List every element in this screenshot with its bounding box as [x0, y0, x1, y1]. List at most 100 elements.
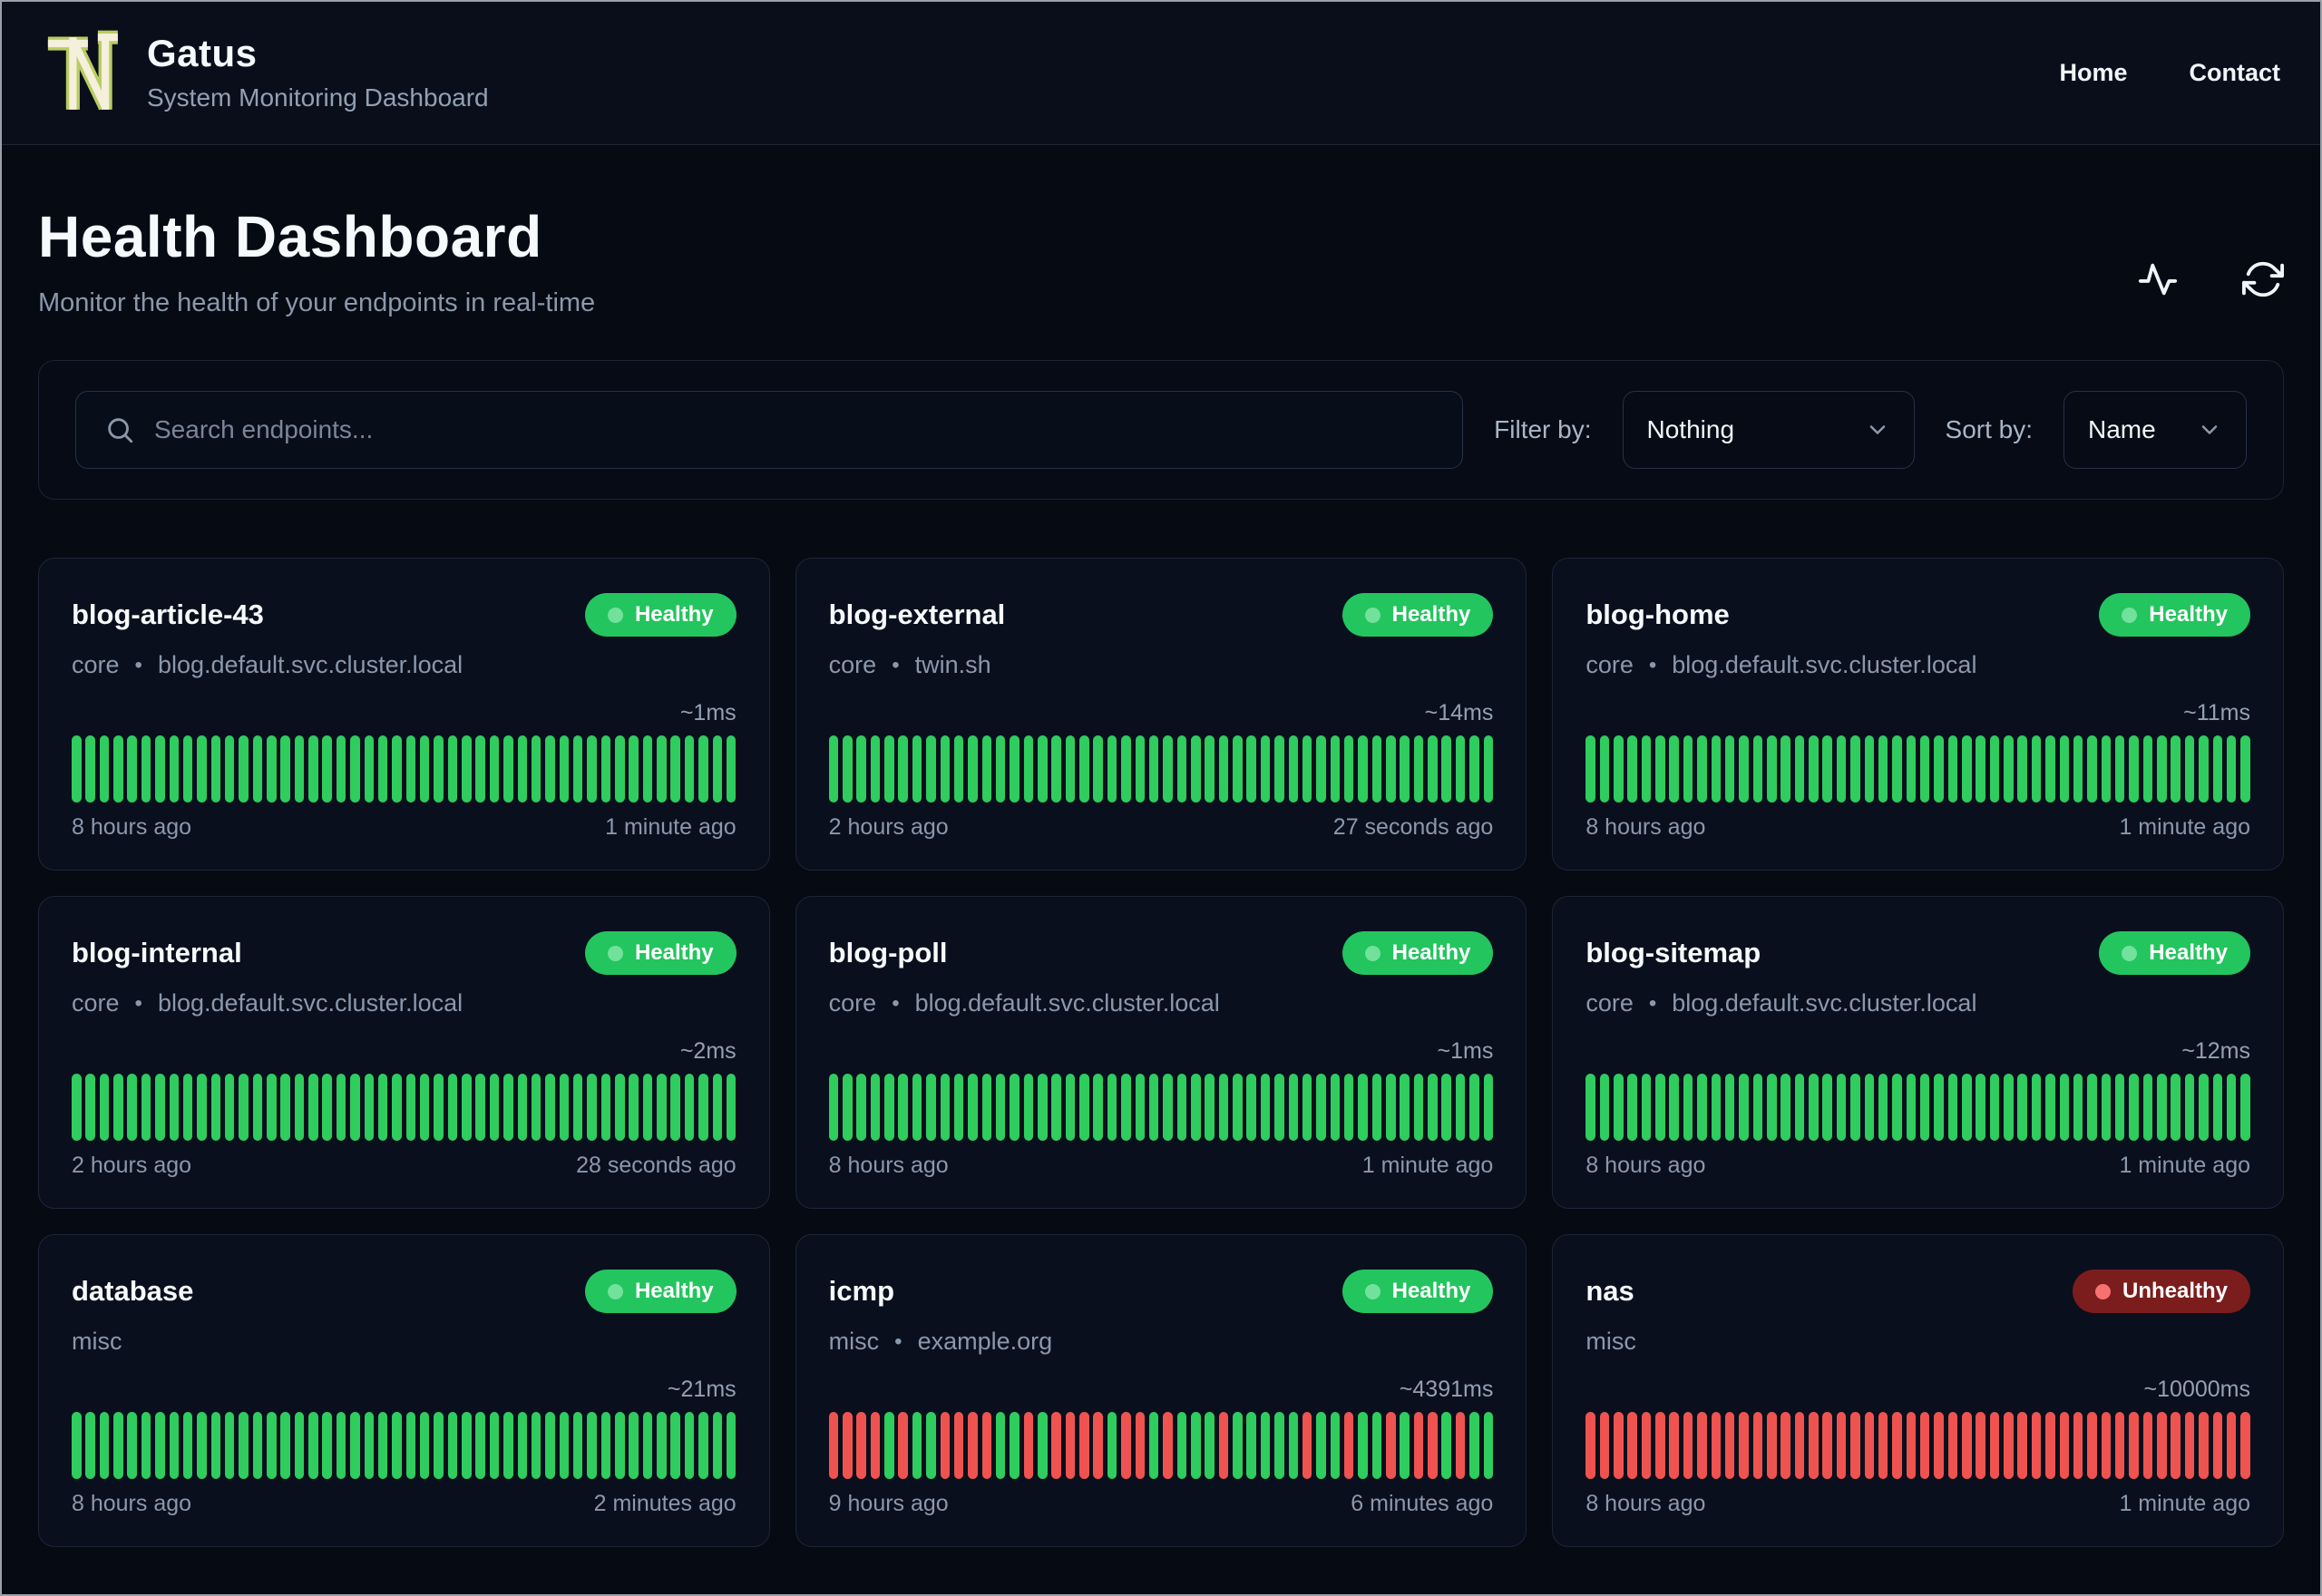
history-bar[interactable]	[1989, 735, 2000, 803]
history-bar[interactable]	[2073, 735, 2083, 803]
history-bar[interactable]	[169, 1074, 180, 1141]
history-bar[interactable]	[99, 1074, 110, 1141]
history-bar[interactable]	[155, 1074, 165, 1141]
history-bar[interactable]	[1711, 735, 1722, 803]
history-bar[interactable]	[1093, 1074, 1103, 1141]
endpoint-card[interactable]: icmp Healthy misc • example.org ~4391ms …	[795, 1234, 1527, 1547]
history-bar[interactable]	[1934, 1074, 1944, 1141]
history-bar[interactable]	[224, 735, 235, 803]
endpoint-card[interactable]: blog-article-43 Healthy core • blog.defa…	[38, 558, 770, 871]
history-bar[interactable]	[2142, 735, 2153, 803]
history-bar[interactable]	[698, 1074, 708, 1141]
history-bar[interactable]	[462, 1074, 472, 1141]
history-bar[interactable]	[322, 735, 332, 803]
history-bar[interactable]	[1233, 1074, 1243, 1141]
history-bar[interactable]	[1976, 735, 1985, 803]
history-bar[interactable]	[2226, 1412, 2237, 1479]
history-bar[interactable]	[475, 735, 485, 803]
history-bar[interactable]	[434, 1074, 444, 1141]
history-bar[interactable]	[843, 735, 853, 803]
history-bar[interactable]	[2087, 1412, 2097, 1479]
history-bar[interactable]	[1107, 1074, 1117, 1141]
history-bar[interactable]	[884, 1412, 894, 1479]
history-bar[interactable]	[572, 1412, 583, 1479]
history-bar[interactable]	[1023, 1074, 1034, 1141]
history-bar[interactable]	[1023, 1412, 1034, 1479]
history-bar[interactable]	[1176, 1074, 1187, 1141]
history-bar[interactable]	[72, 735, 82, 803]
history-bar[interactable]	[1641, 735, 1652, 803]
history-bar[interactable]	[1205, 1412, 1215, 1479]
history-bar[interactable]	[1585, 1412, 1595, 1479]
history-bar[interactable]	[1135, 735, 1146, 803]
history-bar[interactable]	[1781, 1074, 1790, 1141]
history-bar[interactable]	[1864, 1074, 1875, 1141]
history-bar[interactable]	[698, 1412, 708, 1479]
history-bar[interactable]	[587, 1074, 597, 1141]
history-bar[interactable]	[1794, 1074, 1805, 1141]
history-bar[interactable]	[1864, 735, 1875, 803]
history-bar[interactable]	[1683, 1074, 1693, 1141]
history-bar[interactable]	[239, 735, 249, 803]
history-bar[interactable]	[1163, 1074, 1173, 1141]
history-bar[interactable]	[1205, 735, 1215, 803]
history-bar[interactable]	[127, 1412, 137, 1479]
history-bar[interactable]	[1316, 1412, 1326, 1479]
history-bar[interactable]	[462, 735, 472, 803]
history-bar[interactable]	[503, 735, 513, 803]
history-bar[interactable]	[1976, 1412, 1985, 1479]
history-bar[interactable]	[642, 1074, 653, 1141]
history-bar[interactable]	[1400, 1412, 1410, 1479]
history-bar[interactable]	[1218, 1074, 1229, 1141]
history-bar[interactable]	[545, 735, 555, 803]
history-bar[interactable]	[489, 1412, 500, 1479]
history-bar[interactable]	[1038, 1412, 1048, 1479]
history-bar[interactable]	[2017, 1074, 2027, 1141]
history-bar[interactable]	[517, 1412, 527, 1479]
history-bar[interactable]	[85, 735, 95, 803]
history-bar[interactable]	[252, 1412, 263, 1479]
history-bar[interactable]	[1428, 735, 1438, 803]
history-bar[interactable]	[684, 735, 695, 803]
history-bar[interactable]	[447, 1074, 458, 1141]
history-bar[interactable]	[1697, 1412, 1707, 1479]
history-bar[interactable]	[1919, 735, 1930, 803]
history-bar[interactable]	[364, 1074, 375, 1141]
history-bar[interactable]	[940, 1412, 951, 1479]
history-bar[interactable]	[1176, 735, 1187, 803]
history-bar[interactable]	[587, 1412, 597, 1479]
history-bar[interactable]	[828, 1074, 839, 1141]
history-bar[interactable]	[1413, 1074, 1424, 1141]
history-bar[interactable]	[141, 1074, 151, 1141]
history-bar[interactable]	[1655, 1412, 1665, 1479]
history-bar[interactable]	[1469, 735, 1479, 803]
history-bar[interactable]	[531, 1074, 541, 1141]
history-bar[interactable]	[1781, 735, 1790, 803]
history-bar[interactable]	[1711, 1074, 1722, 1141]
history-bar[interactable]	[926, 1074, 936, 1141]
history-bar[interactable]	[1163, 1412, 1173, 1479]
history-bar[interactable]	[1386, 735, 1396, 803]
history-bar[interactable]	[1892, 1074, 1902, 1141]
history-bar[interactable]	[926, 735, 936, 803]
history-bar[interactable]	[2073, 1412, 2083, 1479]
activity-icon[interactable]	[2137, 258, 2179, 300]
history-bar[interactable]	[1051, 735, 1061, 803]
history-bar[interactable]	[210, 1074, 221, 1141]
sort-select[interactable]: Name	[2063, 391, 2247, 469]
history-bar[interactable]	[99, 1412, 110, 1479]
history-bar[interactable]	[447, 735, 458, 803]
history-bar[interactable]	[1065, 1074, 1076, 1141]
history-bar[interactable]	[1469, 1412, 1479, 1479]
history-bar[interactable]	[1906, 1074, 1917, 1141]
history-bar[interactable]	[1483, 1412, 1494, 1479]
refresh-icon[interactable]	[2242, 258, 2284, 300]
history-bar[interactable]	[72, 1412, 82, 1479]
history-bar[interactable]	[322, 1412, 332, 1479]
history-bar[interactable]	[1836, 735, 1847, 803]
history-bar[interactable]	[712, 735, 723, 803]
history-bar[interactable]	[884, 735, 894, 803]
history-bar[interactable]	[1148, 1074, 1159, 1141]
history-bar[interactable]	[72, 1074, 82, 1141]
history-bar[interactable]	[531, 1412, 541, 1479]
